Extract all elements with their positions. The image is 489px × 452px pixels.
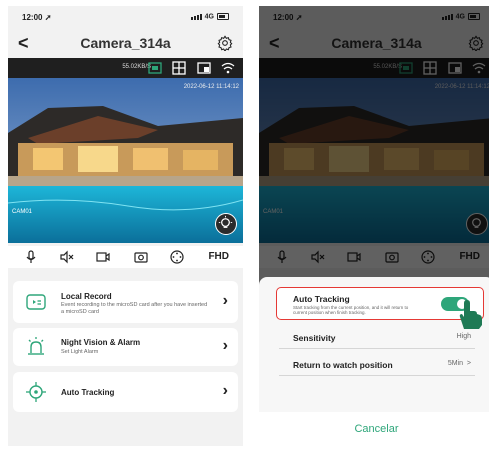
auto-tracking-label: Auto Tracking bbox=[293, 294, 350, 304]
auto-tracking-sheet: Auto Tracking Start tracking from the cu… bbox=[259, 277, 489, 446]
night-vision-title: Night Vision & Alarm bbox=[61, 338, 141, 347]
microphone-icon[interactable] bbox=[24, 250, 38, 264]
chevron-right-icon: › bbox=[222, 292, 228, 309]
chevron-right-icon: › bbox=[222, 337, 228, 354]
sensitivity-value: High bbox=[456, 333, 471, 340]
light-bulb-button[interactable] bbox=[215, 213, 237, 235]
local-record-subtitle: Event recording to the microSD card afte… bbox=[61, 302, 208, 315]
local-record-card[interactable]: Local Record Event recording to the micr… bbox=[13, 281, 238, 323]
camera-screen-with-sheet: 12:00 ➚ 4G < Camera_314a 55.02KB/S bbox=[259, 6, 489, 446]
light-bulb-icon bbox=[218, 215, 233, 228]
house-pool-scene-image bbox=[8, 78, 243, 243]
status-network: 4G bbox=[190, 13, 229, 20]
tap-hand-pointer-icon bbox=[459, 300, 482, 329]
battery-icon bbox=[217, 13, 229, 20]
sensitivity-row[interactable]: Sensitivity High bbox=[279, 326, 475, 349]
quality-selector[interactable]: FHD bbox=[208, 251, 229, 262]
wifi-icon bbox=[221, 61, 235, 75]
return-position-label: Return to watch position bbox=[293, 360, 393, 370]
grid-view-icon[interactable] bbox=[172, 61, 186, 75]
night-vision-subtitle: Set Light Alarm bbox=[61, 349, 99, 355]
camera-screen: 12:00 ➚ 4G < Camera_314a 55.02KB/S 2022-… bbox=[8, 6, 243, 446]
snapshot-camera-icon[interactable] bbox=[134, 250, 148, 264]
video-toolbar: FHD bbox=[8, 246, 243, 268]
target-crosshair-icon bbox=[26, 382, 46, 402]
status-bar: 12:00 ➚ 4G bbox=[8, 6, 243, 28]
chevron-right-icon: > bbox=[466, 360, 471, 367]
auto-tracking-description: Start tracking from the current position… bbox=[293, 305, 409, 315]
night-vision-card[interactable]: Night Vision & Alarm Set Light Alarm › bbox=[13, 328, 238, 366]
auto-tracking-row[interactable]: Auto Tracking Start tracking from the cu… bbox=[276, 287, 484, 320]
video-record-icon[interactable] bbox=[96, 250, 110, 264]
video-info-bar: 55.02KB/S bbox=[8, 58, 243, 78]
status-time: 12:00 ➚ bbox=[22, 13, 52, 22]
speaker-mute-icon[interactable] bbox=[60, 250, 74, 264]
camera-label: CAM01 bbox=[12, 209, 33, 215]
nav-header: < Camera_314a bbox=[8, 32, 243, 54]
return-position-value: 5Min > bbox=[447, 360, 471, 367]
signal-icon bbox=[190, 13, 203, 20]
chevron-right-icon: › bbox=[222, 382, 228, 399]
auto-tracking-card[interactable]: Auto Tracking › bbox=[13, 372, 238, 412]
video-timestamp: 2022-06-12 11:14:12 bbox=[183, 84, 239, 90]
multi-view-icon[interactable] bbox=[196, 61, 211, 75]
sensitivity-label: Sensitivity bbox=[293, 333, 336, 343]
local-record-title: Local Record bbox=[61, 292, 112, 301]
cancel-button[interactable]: Cancelar bbox=[259, 412, 489, 446]
live-video-feed[interactable]: 2022-06-12 11:14:12 CAM01 bbox=[8, 78, 243, 243]
local-record-icon bbox=[26, 294, 46, 310]
auto-tracking-title: Auto Tracking bbox=[61, 388, 115, 397]
record-mode-icon[interactable] bbox=[147, 61, 162, 75]
alarm-light-icon bbox=[28, 337, 44, 355]
page-title: Camera_314a bbox=[80, 35, 171, 51]
settings-gear-icon[interactable] bbox=[217, 35, 233, 51]
return-position-row[interactable]: Return to watch position 5Min > bbox=[279, 353, 475, 376]
ptz-control-icon[interactable] bbox=[170, 250, 184, 264]
